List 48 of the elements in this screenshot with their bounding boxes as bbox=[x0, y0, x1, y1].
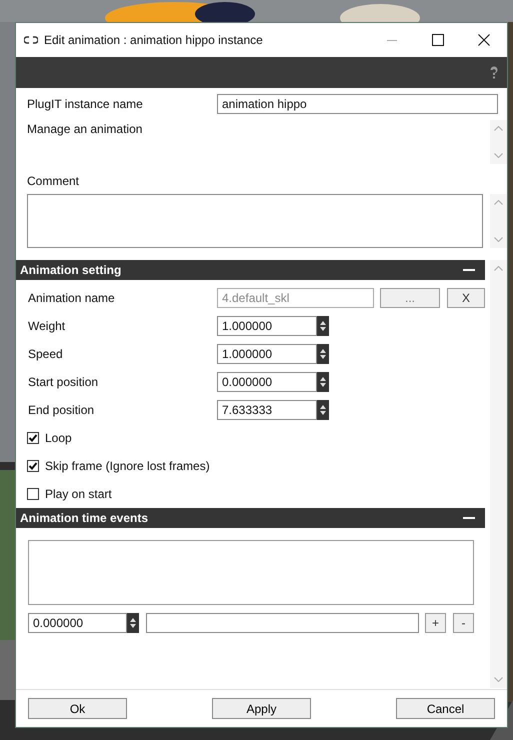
instance-name-field[interactable]: animation hippo bbox=[217, 94, 498, 114]
comment-field[interactable] bbox=[27, 194, 483, 248]
checkbox-label[interactable]: Loop bbox=[45, 431, 72, 445]
close-icon bbox=[478, 34, 490, 46]
section-header[interactable]: Animation setting bbox=[16, 260, 485, 280]
field-label: Weight bbox=[28, 319, 66, 333]
spin-button[interactable] bbox=[317, 316, 329, 336]
remove-button[interactable]: - bbox=[453, 613, 474, 633]
dialog-button[interactable]: Apply bbox=[212, 698, 311, 719]
check-icon bbox=[28, 433, 38, 443]
spin-button[interactable] bbox=[317, 344, 329, 364]
scroll-down-icon[interactable] bbox=[494, 153, 503, 158]
field-label: PlugIT instance name bbox=[27, 97, 144, 111]
dialog-button[interactable]: Ok bbox=[28, 698, 127, 719]
field-label: Speed bbox=[28, 347, 64, 361]
scroll-up-icon[interactable] bbox=[494, 266, 503, 271]
checkbox[interactable] bbox=[27, 488, 39, 500]
spin-button[interactable] bbox=[317, 400, 329, 420]
add-button[interactable]: + bbox=[425, 613, 446, 633]
scroll-up-icon[interactable] bbox=[494, 126, 503, 131]
spin-button[interactable] bbox=[317, 372, 329, 392]
field-label: Comment bbox=[27, 174, 80, 188]
field-label: Start position bbox=[28, 375, 100, 389]
number-field[interactable]: 0.000000 bbox=[28, 613, 127, 633]
event-name-field[interactable] bbox=[146, 613, 419, 633]
checkbox[interactable] bbox=[27, 432, 39, 444]
checkbox-label[interactable]: Play on start bbox=[45, 487, 112, 501]
help-icon[interactable] bbox=[489, 66, 499, 80]
maximize-icon bbox=[432, 34, 444, 46]
field-label: End position bbox=[28, 403, 96, 417]
field-label: Animation name bbox=[28, 291, 116, 305]
number-field[interactable]: 1.000000 bbox=[217, 344, 317, 364]
scroll-down-icon[interactable] bbox=[494, 237, 503, 242]
scroll-up-icon[interactable] bbox=[494, 200, 503, 205]
number-field[interactable]: 7.633333 bbox=[217, 400, 317, 420]
check-icon bbox=[28, 461, 38, 471]
dialog-button[interactable]: Cancel bbox=[396, 698, 495, 719]
window-title: Edit animation : animation hippo instance bbox=[44, 33, 264, 47]
scroll-down-icon[interactable] bbox=[494, 677, 503, 682]
spin-button[interactable] bbox=[127, 613, 139, 633]
link-icon bbox=[24, 36, 38, 44]
number-field[interactable]: 0.000000 bbox=[217, 372, 317, 392]
section-header[interactable]: Animation time events bbox=[16, 508, 485, 528]
number-field[interactable]: 1.000000 bbox=[217, 316, 317, 336]
description-text: Manage an animation bbox=[27, 122, 142, 136]
events-list[interactable] bbox=[28, 540, 474, 605]
checkbox-label[interactable]: Skip frame (Ignore lost frames) bbox=[45, 459, 210, 473]
checkbox[interactable] bbox=[27, 460, 39, 472]
